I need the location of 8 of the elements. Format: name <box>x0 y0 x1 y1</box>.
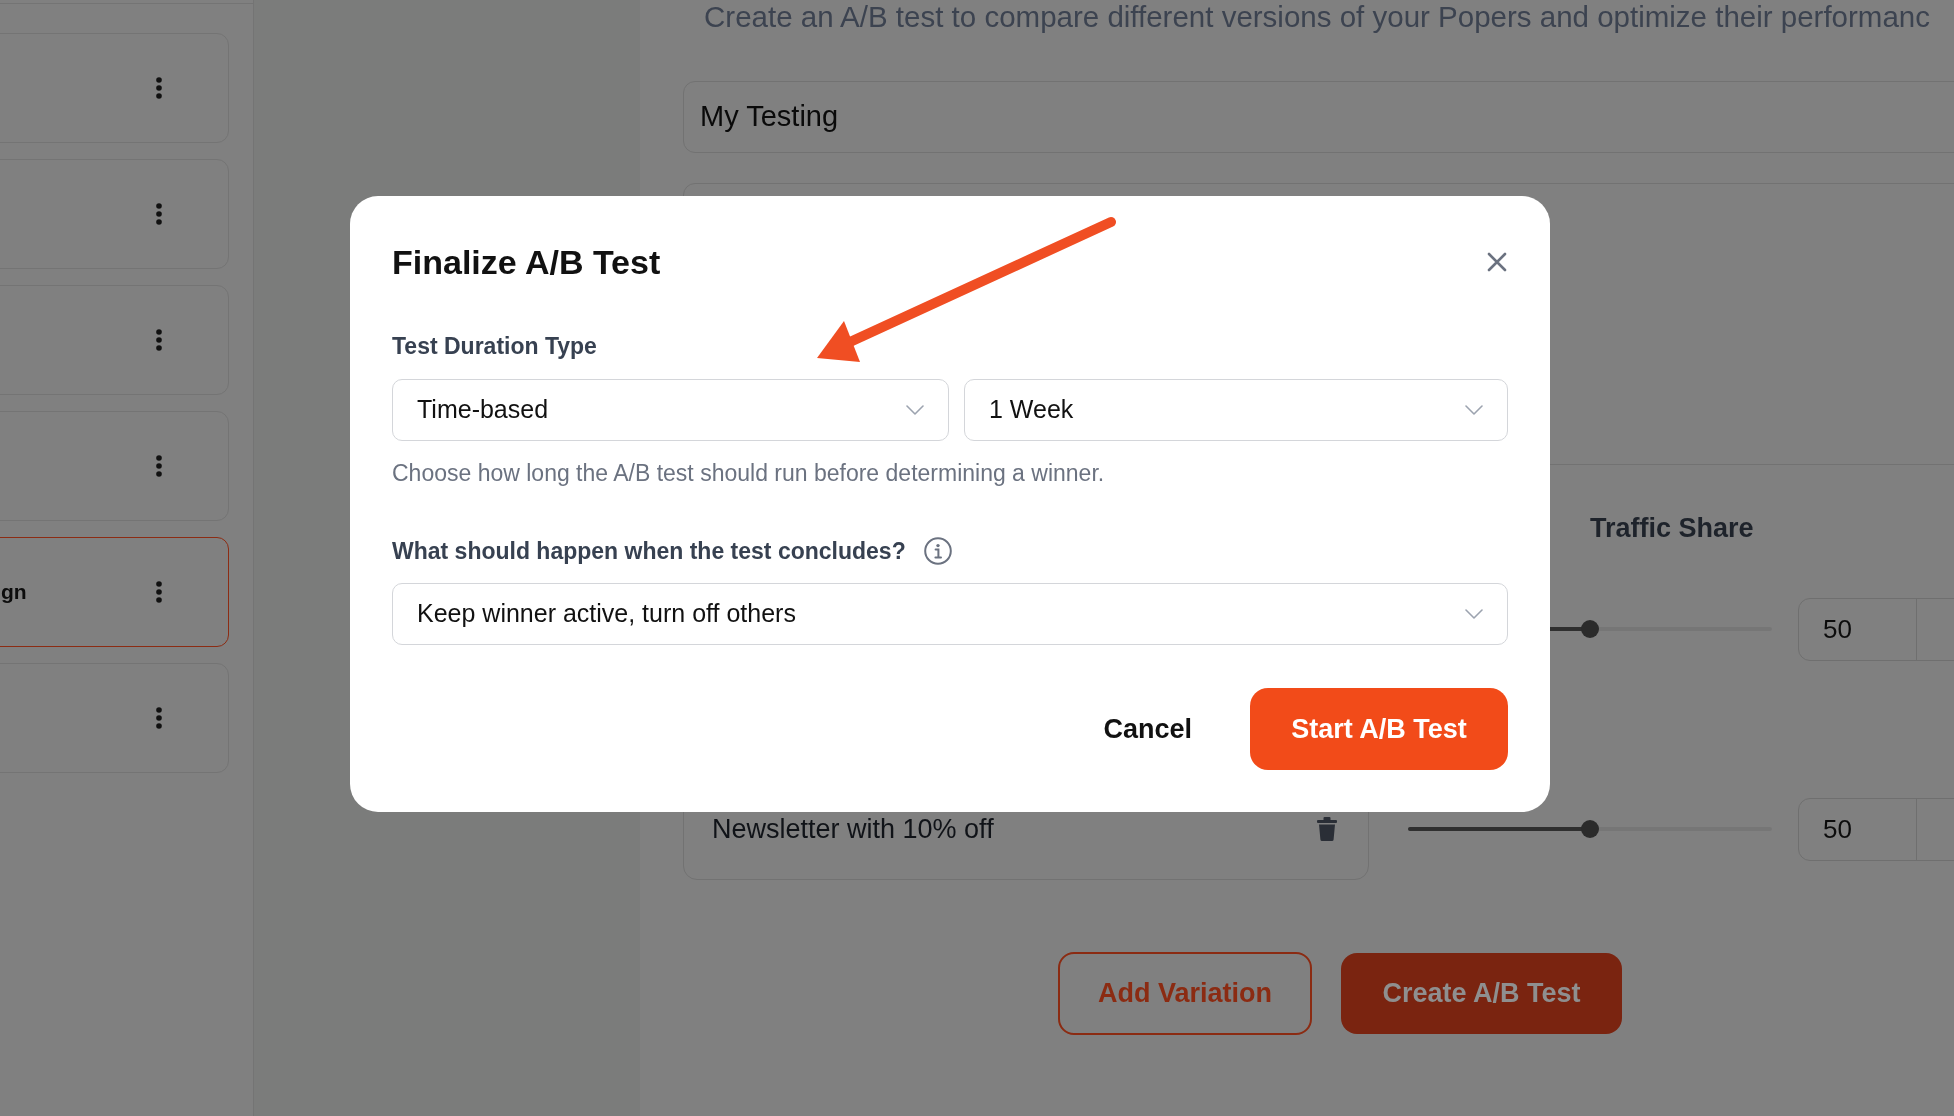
field-label: Test Duration Type <box>392 332 597 361</box>
column-header: Traffic Share <box>1590 512 1754 545</box>
help-text: Choose how long the A/B test should run before determining a winner. <box>392 459 1105 488</box>
field-label: What should happen when the test concludes? <box>392 537 906 566</box>
page-description: Create an A/B test to compare different versions of your Popers and optimize their performanc <box>704 3 1930 31</box>
dialog-title: Finalize A/B Test <box>392 242 661 283</box>
variation-name: Newsletter with 10% off <box>712 812 994 846</box>
card-title: gn <box>1 579 27 606</box>
